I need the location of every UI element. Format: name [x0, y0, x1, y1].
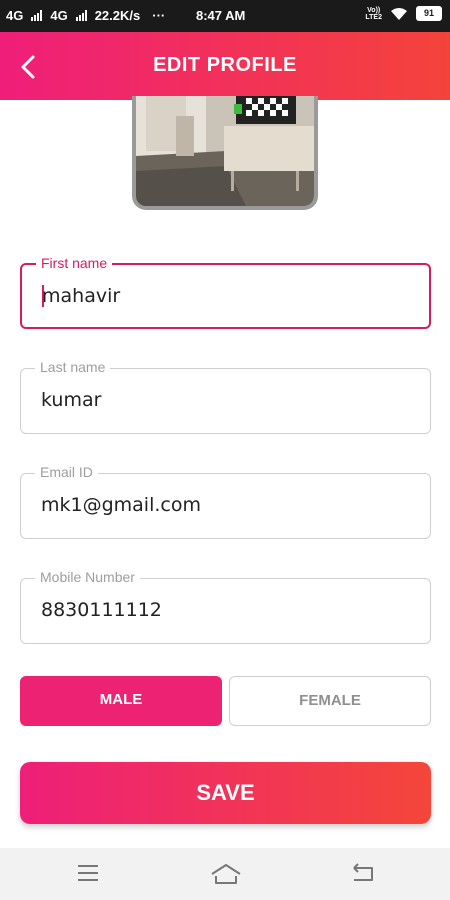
male-button[interactable]: MALE: [20, 676, 222, 726]
more-notifications-icon: ···: [152, 8, 166, 23]
clock: 8:47 AM: [196, 8, 246, 23]
return-icon[interactable]: [350, 862, 376, 884]
network-type-1: 4G: [6, 8, 24, 23]
first-name-label: First name: [36, 255, 113, 271]
save-button[interactable]: SAVE: [20, 762, 431, 824]
profile-photo[interactable]: [132, 96, 318, 210]
network-type-2: 4G: [50, 8, 68, 23]
volte-icon: Vo)) LTE2: [365, 7, 382, 21]
mobile-number-label: Mobile Number: [35, 569, 140, 585]
mobile-number-field[interactable]: Mobile Number 8830111112: [20, 569, 431, 644]
signal-icon: [31, 10, 44, 21]
email-label: Email ID: [35, 464, 98, 480]
female-button[interactable]: FEMALE: [229, 676, 431, 726]
last-name-input[interactable]: kumar: [41, 389, 101, 411]
home-icon[interactable]: [210, 862, 242, 886]
first-name-input[interactable]: mahavir: [42, 285, 120, 307]
status-left: 4G 4G 22.2K/s ···: [6, 8, 165, 23]
email-input[interactable]: mk1@gmail.com: [41, 494, 201, 516]
menu-icon[interactable]: [76, 862, 100, 884]
last-name-field[interactable]: Last name kumar: [20, 359, 431, 434]
app-header: EDIT PROFILE: [0, 32, 450, 100]
last-name-label: Last name: [35, 359, 111, 375]
system-nav-bar: [0, 848, 450, 900]
status-right: Vo)) LTE2 91: [365, 6, 442, 21]
signal-icon-2: [75, 10, 89, 21]
battery-icon: 91: [416, 6, 442, 21]
room-image: [136, 96, 314, 206]
volte-top-text: Vo)): [367, 6, 381, 14]
email-field[interactable]: Email ID mk1@gmail.com: [20, 464, 431, 539]
mobile-number-input[interactable]: 8830111112: [41, 599, 162, 621]
volte-bottom-text: LTE2: [365, 13, 382, 21]
status-bar: 4G 4G 22.2K/s ··· 8:47 AM Vo)) LTE2 91: [0, 0, 450, 32]
first-name-field[interactable]: First name mahavir: [20, 255, 431, 329]
network-speed: 22.2K/s: [94, 8, 141, 23]
wifi-icon: [391, 7, 407, 20]
page-title: EDIT PROFILE: [153, 54, 297, 76]
